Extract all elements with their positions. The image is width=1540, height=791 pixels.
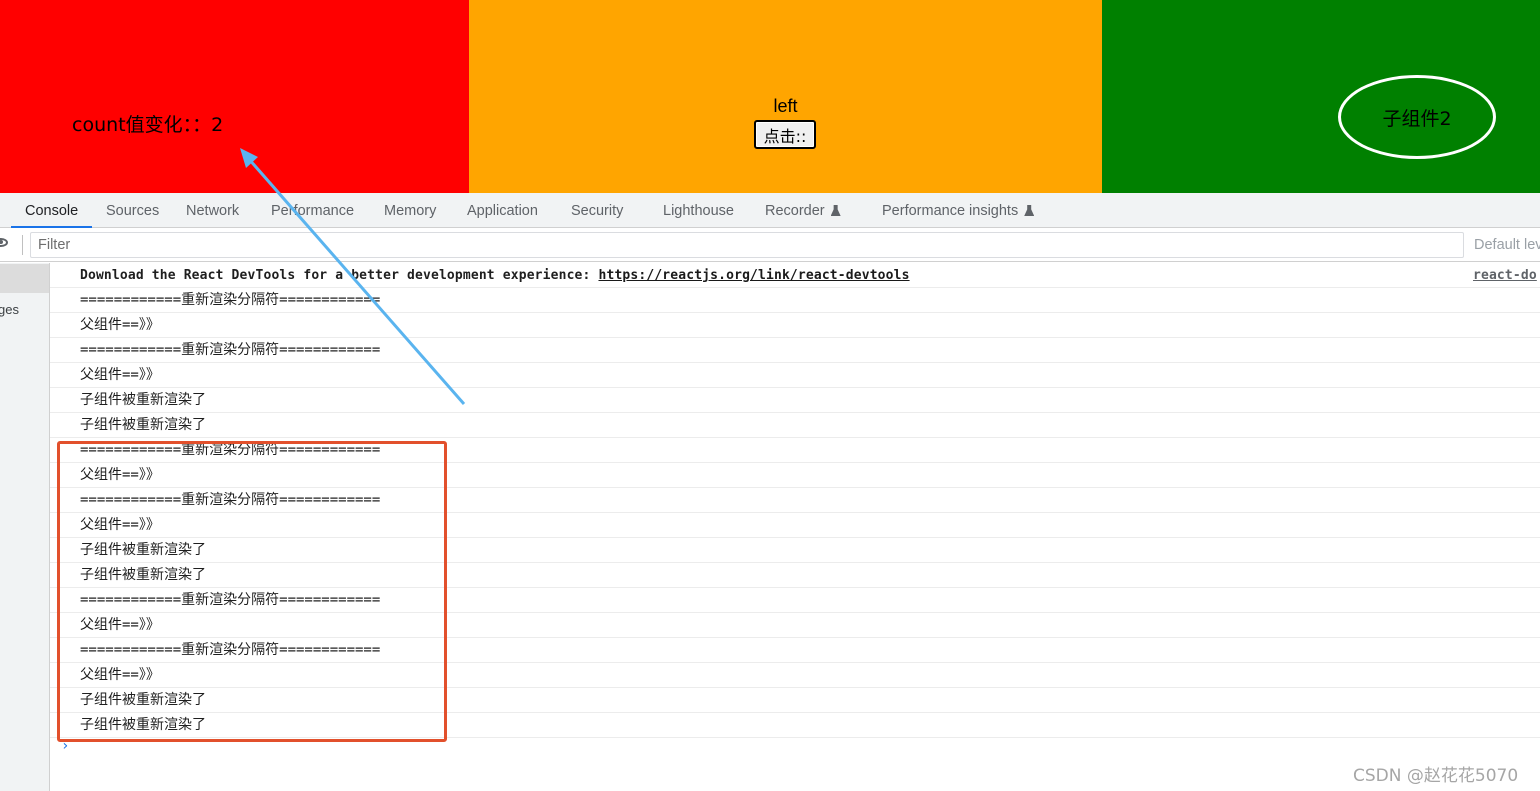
devtools-hint-text: Download the React DevTools for a better… xyxy=(80,268,599,283)
console-message: 父组件==》》 xyxy=(50,363,1540,388)
tab-application[interactable]: Application xyxy=(467,193,538,228)
watermark: CSDN @赵花花5070 xyxy=(1353,766,1519,786)
eye-icon[interactable] xyxy=(0,238,8,247)
tab-sources[interactable]: Sources xyxy=(106,193,159,228)
tab-lighthouse[interactable]: Lighthouse xyxy=(663,193,734,228)
tab-console[interactable]: Console xyxy=(10,193,93,228)
devtools-link[interactable]: https://reactjs.org/link/react-devtools xyxy=(598,268,909,283)
toolbar-divider xyxy=(22,235,23,255)
log-levels-dropdown[interactable]: Default lev xyxy=(1474,228,1540,262)
annotation-highlight-box xyxy=(57,441,447,742)
tab-performance[interactable]: Performance xyxy=(271,193,354,228)
console-message: ============重新渲染分隔符============ xyxy=(50,338,1540,363)
console-message: ============重新渲染分隔符============ xyxy=(50,288,1540,313)
console-sidebar: ges xyxy=(0,263,50,791)
count-display: count值变化：：2 xyxy=(72,114,224,136)
green-pane: 子组件2 xyxy=(1102,0,1540,193)
console-message: 父组件==》》 xyxy=(50,313,1540,338)
console-message: 子组件被重新渲染了 xyxy=(50,413,1540,438)
devtools-tabbar: Console Sources Network Performance Memo… xyxy=(0,193,1540,228)
tab-recorder[interactable]: Recorder xyxy=(765,193,841,228)
message-source-link[interactable]: react-do xyxy=(1473,263,1537,288)
flask-icon xyxy=(830,205,841,216)
child-label: 子组件2 xyxy=(1382,107,1452,130)
console-filter-bar: Default lev xyxy=(0,228,1540,262)
tab-security[interactable]: Security xyxy=(571,193,623,228)
click-button[interactable]: 点击:: xyxy=(754,120,816,149)
left-label: left xyxy=(773,96,798,116)
tab-network[interactable]: Network xyxy=(186,193,239,228)
console-message: 子组件被重新渲染了 xyxy=(50,388,1540,413)
flask-icon xyxy=(1024,205,1035,216)
sidebar-item-selected[interactable] xyxy=(0,264,49,293)
red-pane: count值变化：：2 xyxy=(0,0,469,193)
orange-pane: left 点击:: xyxy=(469,0,1102,193)
child-component-ellipse: 子组件2 xyxy=(1338,75,1496,159)
filter-input[interactable] xyxy=(30,232,1464,258)
app-preview: count值变化：：2 left 点击:: 子组件2 xyxy=(0,0,1540,193)
sidebar-item-messages[interactable]: ges xyxy=(0,302,19,317)
tab-performance-insights[interactable]: Performance insights xyxy=(882,193,1035,228)
tab-memory[interactable]: Memory xyxy=(384,193,436,228)
console-message: Download the React DevTools for a better… xyxy=(50,263,1540,288)
